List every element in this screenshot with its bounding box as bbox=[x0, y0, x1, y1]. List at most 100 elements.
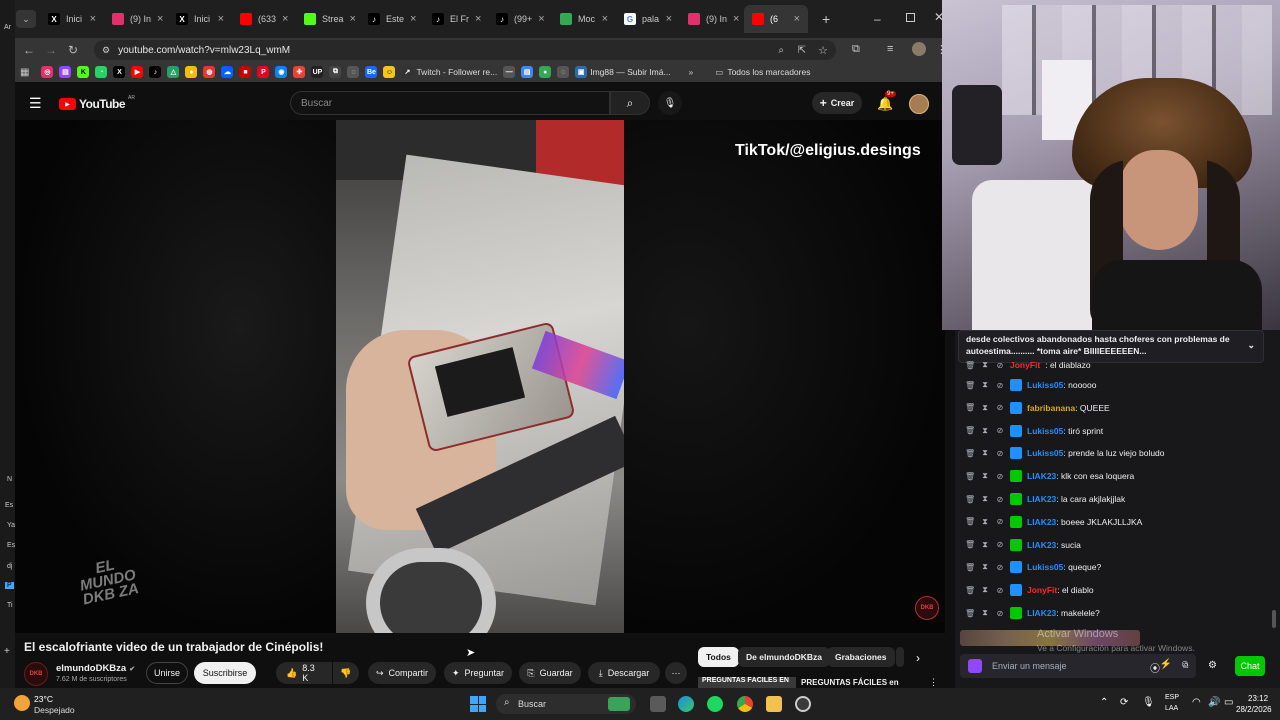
delete-icon[interactable]: 🗑 bbox=[965, 381, 975, 390]
start-button[interactable] bbox=[470, 696, 486, 712]
chat-message-input[interactable]: Enviar un mensaje ⚡ ☺ bbox=[960, 654, 1196, 678]
user-badge-icon[interactable] bbox=[1010, 379, 1022, 391]
chrome-taskbar-icon[interactable] bbox=[737, 696, 753, 712]
twitch-follower-bookmark[interactable]: ↗ Twitch - Follower re... bbox=[401, 66, 497, 78]
cloud-bookmark-icon[interactable]: ☁ bbox=[221, 66, 234, 78]
file-explorer-icon[interactable] bbox=[766, 696, 782, 712]
tab-close-icon[interactable]: × bbox=[350, 13, 356, 25]
wiki-bookmark-icon[interactable]: ◍ bbox=[203, 66, 216, 78]
chat-settings-icon[interactable]: ⚙ bbox=[1208, 660, 1217, 671]
chip-channel[interactable]: De elmundoDKBza bbox=[738, 647, 831, 667]
tiktok-bookmark-icon[interactable]: ♪ bbox=[149, 66, 162, 78]
channel-avatar[interactable]: DKB bbox=[24, 662, 48, 686]
chat-username[interactable]: Lukiss05 bbox=[1027, 562, 1063, 572]
subscribe-button[interactable]: Suscribirse bbox=[194, 662, 256, 684]
browser-tab[interactable]: ▶ (6 × bbox=[744, 5, 808, 33]
tab-close-icon[interactable]: × bbox=[794, 13, 800, 25]
bits-icon[interactable]: ⦿ bbox=[1150, 660, 1160, 675]
create-button[interactable]: + Crear bbox=[812, 92, 862, 114]
chip-all[interactable]: Todos bbox=[698, 647, 739, 667]
timeout-icon[interactable]: ⧗ bbox=[980, 585, 990, 595]
all-bookmarks-folder[interactable]: ▭ Todos los marcadores bbox=[715, 67, 810, 78]
delete-icon[interactable]: 🗑 bbox=[965, 403, 975, 412]
browser-tab[interactable]: ▶ (633 × bbox=[232, 5, 296, 33]
volume-icon[interactable]: 🔊 bbox=[1208, 697, 1220, 708]
ban-icon[interactable]: ⊘ bbox=[995, 517, 1005, 526]
minimize-button[interactable]: – bbox=[874, 12, 881, 26]
ban-icon[interactable]: ⊘ bbox=[995, 586, 1005, 595]
extensions-icon[interactable]: ⧉ bbox=[852, 43, 860, 56]
ban-icon[interactable]: ⊘ bbox=[995, 449, 1005, 458]
docs-bookmark-icon[interactable]: ▤ bbox=[521, 66, 534, 78]
search-input[interactable]: Buscar bbox=[290, 91, 610, 115]
more-actions-button[interactable]: ⋯ bbox=[665, 662, 687, 684]
apps-icon[interactable]: ▦ bbox=[20, 67, 29, 78]
voice-search-button[interactable]: 🎙 bbox=[658, 91, 682, 115]
chat-username[interactable]: Lukiss05 bbox=[1027, 426, 1063, 436]
lightning-icon[interactable]: ⚡ bbox=[1160, 659, 1172, 670]
youtube-logo[interactable]: ▶ YouTube AR bbox=[59, 95, 135, 111]
browser-tab[interactable]: K Strea × bbox=[296, 5, 360, 33]
chat-username[interactable]: LIAK23 bbox=[1027, 494, 1056, 504]
user-badge-icon[interactable] bbox=[1010, 607, 1022, 619]
user-badge-icon[interactable] bbox=[1010, 424, 1022, 437]
back-button[interactable]: ← bbox=[18, 43, 40, 57]
chips-next-icon[interactable]: › bbox=[916, 651, 920, 665]
chat-send-button[interactable]: Chat bbox=[1235, 656, 1265, 676]
tab-close-icon[interactable]: × bbox=[602, 13, 608, 25]
browser-tab[interactable]: ◎ (9) In × bbox=[104, 5, 168, 33]
url-bar[interactable]: ⚙ youtube.com/watch?v=mlw23Lq_wmM ⌕ ⇱ ☆ bbox=[94, 40, 836, 60]
share-button[interactable]: ↪ Compartir bbox=[368, 662, 436, 684]
timeout-icon[interactable]: ⧗ bbox=[980, 517, 990, 527]
account-avatar[interactable] bbox=[909, 94, 929, 114]
tray-sync-icon[interactable]: ⟳ bbox=[1120, 697, 1128, 708]
delete-icon[interactable]: 🗑 bbox=[965, 426, 975, 435]
taskbar-search[interactable]: ⌕ Buscar bbox=[496, 694, 636, 714]
emoji-bookmark-icon[interactable]: ☺ bbox=[383, 66, 396, 78]
maximize-button[interactable] bbox=[906, 13, 915, 22]
globe2-bookmark-icon[interactable]: ◌ bbox=[557, 66, 570, 78]
install-icon[interactable]: ⇱ bbox=[798, 45, 806, 56]
user-badge-icon[interactable] bbox=[1010, 447, 1022, 460]
chat-username[interactable]: JonyFit bbox=[1027, 585, 1057, 595]
user-badge-icon[interactable] bbox=[1010, 515, 1022, 528]
user-badge-icon[interactable] bbox=[1010, 493, 1022, 505]
tab-search-button[interactable]: ⌄ bbox=[16, 10, 36, 28]
tab-close-icon[interactable]: × bbox=[475, 13, 481, 25]
instagram-bookmark-icon[interactable]: ◎ bbox=[41, 66, 54, 78]
ban-icon[interactable]: ⊘ bbox=[995, 495, 1005, 504]
user-badge-icon[interactable] bbox=[1010, 561, 1022, 574]
browser-tab[interactable]: ♪ Este × bbox=[360, 5, 424, 33]
site-info-icon[interactable]: ⚙ bbox=[102, 45, 110, 56]
tab-close-icon[interactable]: × bbox=[282, 13, 288, 25]
profile-avatar[interactable] bbox=[912, 42, 926, 56]
reload-button[interactable]: ↻ bbox=[62, 43, 84, 57]
link-bookmark-icon[interactable]: ⧉ bbox=[329, 66, 342, 78]
tab-close-icon[interactable]: × bbox=[733, 13, 739, 25]
browser-tab[interactable]: X Inici × bbox=[168, 5, 232, 33]
drive-bookmark-icon[interactable]: △ bbox=[167, 66, 180, 78]
ban-icon[interactable]: ⊘ bbox=[995, 472, 1005, 481]
channel-branding-icon[interactable]: DKB bbox=[915, 596, 939, 620]
ban-icon[interactable]: ⊘ bbox=[995, 563, 1005, 572]
dash-bookmark-icon[interactable]: — bbox=[503, 66, 516, 78]
tab-close-icon[interactable]: × bbox=[666, 13, 672, 25]
chat-username[interactable]: Lukiss05 bbox=[1027, 448, 1063, 458]
browser-tab[interactable]: X Inici × bbox=[40, 5, 104, 33]
red-bookmark-icon[interactable]: ■ bbox=[239, 66, 252, 78]
language-indicator[interactable]: ESP bbox=[1165, 694, 1179, 701]
tab-close-icon[interactable]: × bbox=[218, 13, 224, 25]
like-button[interactable]: 👍 8.3 K bbox=[276, 662, 332, 684]
x-bookmark-icon[interactable]: X bbox=[113, 66, 126, 78]
more-bookmarks-icon[interactable]: » bbox=[689, 67, 694, 77]
youtube-bookmark-icon[interactable]: ▶ bbox=[131, 66, 144, 78]
timeout-icon[interactable]: ⧗ bbox=[980, 448, 990, 458]
timeout-icon[interactable]: ⧗ bbox=[980, 360, 990, 370]
search-button[interactable]: ⌕ bbox=[610, 91, 650, 115]
ban-icon[interactable]: ⊘ bbox=[995, 540, 1005, 549]
chat-scrollbar[interactable] bbox=[1268, 330, 1280, 688]
spotify-icon[interactable] bbox=[707, 696, 723, 712]
next-video-menu-icon[interactable]: ⋮ bbox=[929, 677, 938, 688]
behance-bookmark-icon[interactable]: Be bbox=[365, 66, 378, 78]
kick-bookmark-icon[interactable]: K bbox=[77, 66, 90, 78]
